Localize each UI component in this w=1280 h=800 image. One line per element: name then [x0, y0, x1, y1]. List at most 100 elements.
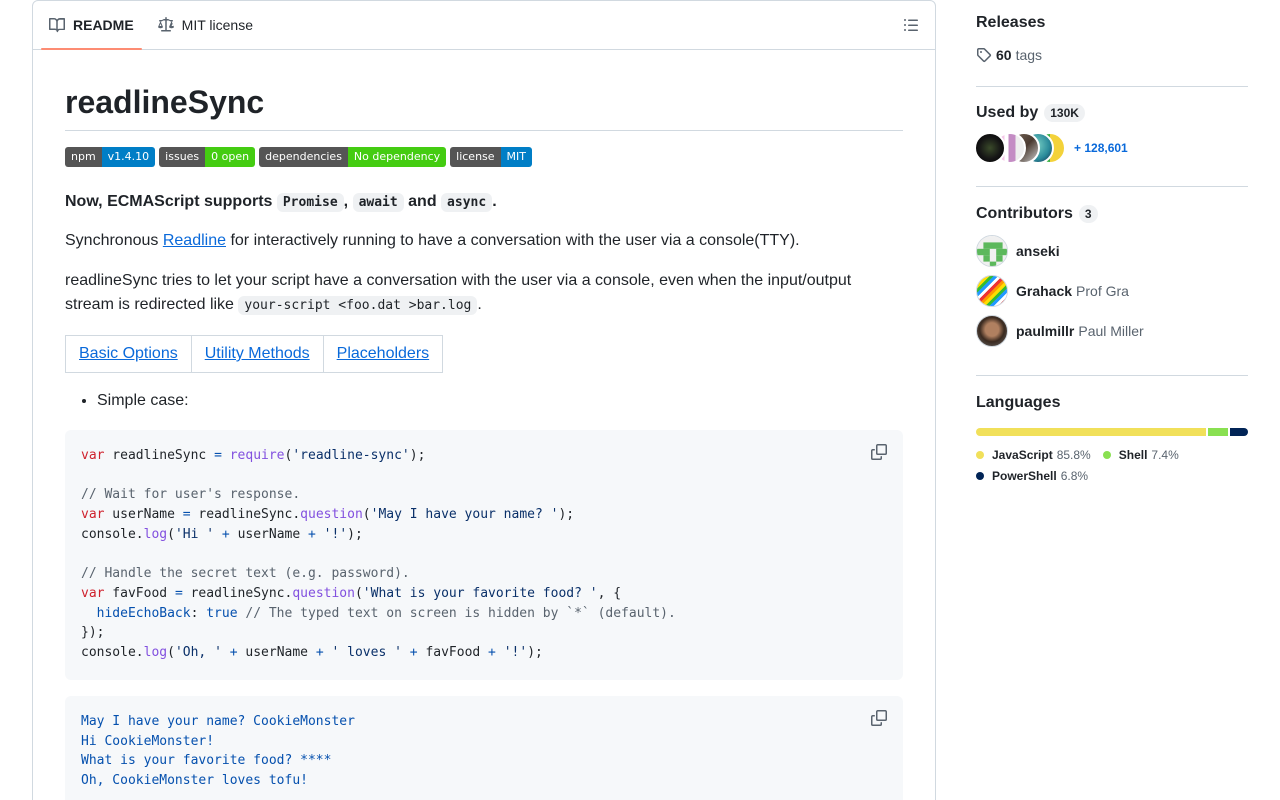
language-dot — [976, 471, 984, 480]
code-line: // Handle the secret text (e.g. password… — [81, 566, 410, 582]
list-unordered-icon[interactable] — [903, 17, 919, 33]
releases-section: Releases 60 tags — [976, 0, 1248, 87]
tags-link[interactable]: 60 tags — [976, 47, 1248, 63]
desc-text: . — [477, 296, 482, 313]
languages-section: Languages JavaScript 85.8% Shell 7.4% Powe… — [976, 376, 1248, 486]
badge-value: MIT — [500, 147, 533, 167]
contributor-name: Prof Gra — [1076, 283, 1129, 299]
code-line: console.log('Hi ' + userName + '!'); — [81, 526, 363, 542]
readme-content: readlineSync npm v1.4.10 issues 0 open d… — [33, 86, 935, 800]
releases-title: Releases — [976, 14, 1046, 31]
tab-license[interactable]: MIT license — [150, 1, 261, 49]
languages-title: Languages — [976, 394, 1061, 411]
copy-icon[interactable] — [871, 710, 887, 726]
tag-label: tags — [1015, 47, 1043, 63]
contributor-name: Paul Miller — [1078, 323, 1144, 339]
avatar — [976, 315, 1008, 347]
contributor-anseki[interactable]: anseki — [976, 235, 1248, 267]
language-shell[interactable]: Shell 7.4% — [1102, 444, 1179, 465]
language-bar-segment — [1229, 428, 1248, 436]
badge-label: issues — [159, 147, 206, 167]
contributors-heading[interactable]: Contributors 3 — [976, 205, 1248, 223]
tag-count: 60 — [996, 47, 1012, 63]
output-line: Hi CookieMonster! — [81, 733, 215, 749]
used-by-heading[interactable]: Used by 130K — [976, 104, 1248, 122]
intro-text: Now, ECMAScript supports — [65, 193, 277, 210]
code-block-example: var readlineSync = require('readline-syn… — [65, 430, 903, 680]
npm-badge[interactable]: npm v1.4.10 — [65, 147, 156, 167]
language-name: JavaScript — [992, 447, 1053, 462]
utility-methods-link[interactable]: Utility Methods — [205, 345, 310, 362]
contributors-section: Contributors 3 anseki Grahack Prof Gra pa… — [976, 187, 1248, 376]
languages-heading: Languages — [976, 394, 1248, 412]
badge-row: npm v1.4.10 issues 0 open dependencies N… — [65, 147, 903, 167]
inline-code: async — [441, 193, 493, 212]
desc-text: Synchronous — [65, 232, 163, 249]
language-percent: 7.4% — [1151, 447, 1179, 462]
language-powershell[interactable]: PowerShell 6.8% — [976, 465, 1088, 486]
used-by-link[interactable]: + 128,601 — [974, 132, 1248, 164]
dependent-avatars — [974, 132, 1068, 164]
code-line: var readlineSync = require('readline-syn… — [81, 448, 426, 463]
used-by-more: + 128,601 — [1074, 141, 1128, 155]
language-dot — [976, 450, 984, 459]
code-line: var favFood = readlineSync.question('Wha… — [81, 585, 622, 601]
tab-readme-label: README — [73, 17, 134, 33]
code-line: var userName = readlineSync.question('Ma… — [81, 507, 575, 523]
intro-text: , — [343, 193, 349, 210]
readme-panel: README MIT license readlineSync npm v1.4… — [32, 0, 936, 800]
readme-tabs: README MIT license — [33, 1, 935, 50]
badge-value: v1.4.10 — [101, 147, 156, 167]
language-name: Shell — [1118, 447, 1148, 462]
repo-sidebar: Releases 60 tags Used by 130K + 128,601 C… — [974, 0, 1248, 486]
nav-cell: Utility Methods — [190, 335, 324, 373]
contributor-grahack[interactable]: Grahack Prof Gra — [976, 275, 1248, 307]
language-bar-segment — [1207, 428, 1228, 436]
basic-options-link[interactable]: Basic Options — [79, 345, 178, 362]
issues-badge[interactable]: issues 0 open — [159, 147, 256, 167]
contributors-title: Contributors — [976, 205, 1073, 222]
book-icon — [49, 17, 65, 33]
readline-link[interactable]: Readline — [163, 232, 226, 249]
contributor-paulmillr[interactable]: paulmillr Paul Miller — [976, 315, 1248, 347]
language-javascript[interactable]: JavaScript 85.8% — [976, 444, 1091, 465]
list-item: Simple case: — [97, 389, 903, 413]
language-percent: 85.8% — [1056, 447, 1091, 462]
law-icon — [157, 17, 174, 32]
code-block-output: May I have your name? CookieMonster Hi Co… — [65, 696, 903, 800]
badge-value: 0 open — [205, 147, 256, 167]
output-line: May I have your name? CookieMonster — [81, 714, 355, 729]
copy-icon[interactable] — [871, 444, 887, 460]
avatar — [976, 275, 1008, 307]
language-bar-segment — [976, 428, 1206, 436]
license-badge[interactable]: license MIT — [450, 147, 533, 167]
releases-heading[interactable]: Releases — [976, 14, 1248, 32]
used-by-title: Used by — [976, 104, 1039, 121]
readme-title: readlineSync — [65, 86, 903, 131]
languages-list: JavaScript 85.8% Shell 7.4% PowerShell 6.8% — [976, 444, 1216, 486]
language-dot — [1102, 450, 1111, 459]
placeholders-link[interactable]: Placeholders — [337, 345, 430, 362]
intro-text: . — [492, 193, 497, 210]
code-line: // Wait for user's response. — [81, 487, 301, 503]
nav-cell: Basic Options — [65, 335, 192, 373]
avatar — [976, 235, 1008, 267]
contributors-count: 3 — [1078, 205, 1098, 223]
dependencies-badge[interactable]: dependencies No dependency — [259, 147, 447, 167]
contributor-login: anseki — [1016, 243, 1060, 259]
contributors-list: anseki Grahack Prof Gra paulmillr Paul M… — [976, 235, 1248, 347]
languages-bar — [976, 428, 1248, 436]
code-line: }); — [81, 625, 105, 641]
contributor-login: paulmillr — [1016, 323, 1075, 339]
inline-code: Promise — [276, 193, 344, 212]
case-list: Simple case: — [65, 389, 903, 413]
intro-text: and — [403, 193, 442, 210]
tab-license-label: MIT license — [181, 17, 253, 33]
nav-cell: Placeholders — [322, 335, 444, 373]
tab-readme[interactable]: README — [41, 1, 142, 50]
output-line: What is your favorite food? **** — [81, 753, 332, 769]
description-paragraph: Synchronous Readline for interactively r… — [65, 229, 903, 253]
language-name: PowerShell — [992, 468, 1057, 483]
